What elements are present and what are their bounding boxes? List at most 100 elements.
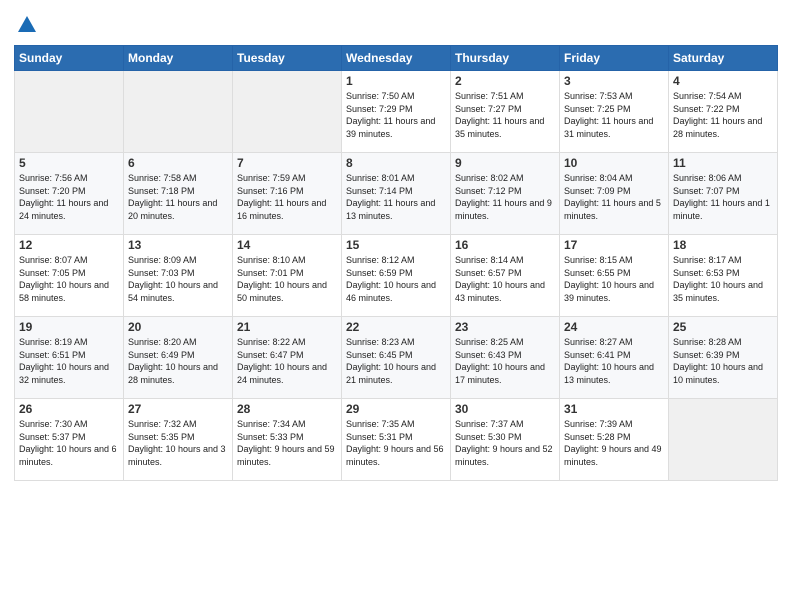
day-info: Sunrise: 8:15 AM Sunset: 6:55 PM Dayligh… — [564, 254, 664, 304]
day-info: Sunrise: 7:56 AM Sunset: 7:20 PM Dayligh… — [19, 172, 119, 222]
day-number: 8 — [346, 156, 446, 170]
day-info: Sunrise: 7:58 AM Sunset: 7:18 PM Dayligh… — [128, 172, 228, 222]
day-number: 30 — [455, 402, 555, 416]
calendar-cell: 12 Sunrise: 8:07 AM Sunset: 7:05 PM Dayli… — [15, 235, 124, 317]
calendar-header-row: SundayMondayTuesdayWednesdayThursdayFrid… — [15, 46, 778, 71]
calendar-cell: 22 Sunrise: 8:23 AM Sunset: 6:45 PM Dayli… — [342, 317, 451, 399]
calendar-cell: 26Sunrise: 7:30 AM Sunset: 5:37 PM Dayli… — [15, 399, 124, 481]
calendar-cell: 2 Sunrise: 7:51 AM Sunset: 7:27 PM Daylig… — [451, 71, 560, 153]
calendar-cell: 13 Sunrise: 8:09 AM Sunset: 7:03 PM Dayli… — [124, 235, 233, 317]
day-info: Sunrise: 8:17 AM Sunset: 6:53 PM Dayligh… — [673, 254, 773, 304]
day-number: 22 — [346, 320, 446, 334]
day-info: Sunrise: 8:20 AM Sunset: 6:49 PM Dayligh… — [128, 336, 228, 386]
day-number: 23 — [455, 320, 555, 334]
day-number: 13 — [128, 238, 228, 252]
day-number: 27 — [128, 402, 228, 416]
day-number: 1 — [346, 74, 446, 88]
calendar-cell: 19 Sunrise: 8:19 AM Sunset: 6:51 PM Dayli… — [15, 317, 124, 399]
calendar-cell: 30 Sunrise: 7:37 AM Sunset: 5:30 PM Dayli… — [451, 399, 560, 481]
calendar-week-row: 1 Sunrise: 7:50 AM Sunset: 7:29 PM Daylig… — [15, 71, 778, 153]
calendar-cell: 1 Sunrise: 7:50 AM Sunset: 7:29 PM Daylig… — [342, 71, 451, 153]
calendar-cell — [15, 71, 124, 153]
logo-text — [14, 14, 38, 41]
calendar-cell: 15 Sunrise: 8:12 AM Sunset: 6:59 PM Dayli… — [342, 235, 451, 317]
day-info: Sunrise: 7:37 AM Sunset: 5:30 PM Dayligh… — [455, 418, 555, 468]
day-info: Sunrise: 8:07 AM Sunset: 7:05 PM Dayligh… — [19, 254, 119, 304]
day-info: Sunrise: 7:34 AM Sunset: 5:33 PM Dayligh… — [237, 418, 337, 468]
day-number: 11 — [673, 156, 773, 170]
calendar-cell — [233, 71, 342, 153]
calendar-cell: 10Sunrise: 8:04 AM Sunset: 7:09 PM Dayli… — [560, 153, 669, 235]
calendar-cell — [669, 399, 778, 481]
calendar-cell: 7 Sunrise: 7:59 AM Sunset: 7:16 PM Daylig… — [233, 153, 342, 235]
logo — [14, 14, 38, 41]
day-number: 19 — [19, 320, 119, 334]
day-number: 25 — [673, 320, 773, 334]
day-info: Sunrise: 7:59 AM Sunset: 7:16 PM Dayligh… — [237, 172, 337, 222]
calendar-cell: 4Sunrise: 7:54 AM Sunset: 7:22 PM Daylig… — [669, 71, 778, 153]
day-number: 6 — [128, 156, 228, 170]
day-info: Sunrise: 7:32 AM Sunset: 5:35 PM Dayligh… — [128, 418, 228, 468]
day-number: 17 — [564, 238, 664, 252]
weekday-header: Saturday — [669, 46, 778, 71]
calendar-cell: 21Sunrise: 8:22 AM Sunset: 6:47 PM Dayli… — [233, 317, 342, 399]
calendar-cell — [124, 71, 233, 153]
calendar-week-row: 19 Sunrise: 8:19 AM Sunset: 6:51 PM Dayli… — [15, 317, 778, 399]
day-number: 14 — [237, 238, 337, 252]
day-number: 24 — [564, 320, 664, 334]
calendar-cell: 3Sunrise: 7:53 AM Sunset: 7:25 PM Daylig… — [560, 71, 669, 153]
day-number: 31 — [564, 402, 664, 416]
day-info: Sunrise: 8:04 AM Sunset: 7:09 PM Dayligh… — [564, 172, 664, 222]
page-container: SundayMondayTuesdayWednesdayThursdayFrid… — [0, 0, 792, 491]
day-number: 2 — [455, 74, 555, 88]
day-info: Sunrise: 8:09 AM Sunset: 7:03 PM Dayligh… — [128, 254, 228, 304]
day-info: Sunrise: 8:12 AM Sunset: 6:59 PM Dayligh… — [346, 254, 446, 304]
day-info: Sunrise: 7:39 AM Sunset: 5:28 PM Dayligh… — [564, 418, 664, 468]
day-info: Sunrise: 8:06 AM Sunset: 7:07 PM Dayligh… — [673, 172, 773, 222]
weekday-header: Monday — [124, 46, 233, 71]
calendar-cell: 23 Sunrise: 8:25 AM Sunset: 6:43 PM Dayli… — [451, 317, 560, 399]
day-info: Sunrise: 8:25 AM Sunset: 6:43 PM Dayligh… — [455, 336, 555, 386]
day-info: Sunrise: 8:10 AM Sunset: 7:01 PM Dayligh… — [237, 254, 337, 304]
day-number: 9 — [455, 156, 555, 170]
calendar-cell: 28 Sunrise: 7:34 AM Sunset: 5:33 PM Dayli… — [233, 399, 342, 481]
day-info: Sunrise: 7:51 AM Sunset: 7:27 PM Dayligh… — [455, 90, 555, 140]
calendar-cell: 17 Sunrise: 8:15 AM Sunset: 6:55 PM Dayli… — [560, 235, 669, 317]
weekday-header: Thursday — [451, 46, 560, 71]
header — [14, 10, 778, 41]
day-info: Sunrise: 8:02 AM Sunset: 7:12 PM Dayligh… — [455, 172, 555, 222]
day-info: Sunrise: 8:28 AM Sunset: 6:39 PM Dayligh… — [673, 336, 773, 386]
day-info: Sunrise: 8:14 AM Sunset: 6:57 PM Dayligh… — [455, 254, 555, 304]
calendar-cell: 6 Sunrise: 7:58 AM Sunset: 7:18 PM Daylig… — [124, 153, 233, 235]
calendar-cell: 5 Sunrise: 7:56 AM Sunset: 7:20 PM Daylig… — [15, 153, 124, 235]
day-number: 15 — [346, 238, 446, 252]
day-info: Sunrise: 7:50 AM Sunset: 7:29 PM Dayligh… — [346, 90, 446, 140]
day-number: 20 — [128, 320, 228, 334]
day-number: 12 — [19, 238, 119, 252]
weekday-header: Friday — [560, 46, 669, 71]
day-info: Sunrise: 8:27 AM Sunset: 6:41 PM Dayligh… — [564, 336, 664, 386]
calendar-cell: 20 Sunrise: 8:20 AM Sunset: 6:49 PM Dayli… — [124, 317, 233, 399]
day-number: 29 — [346, 402, 446, 416]
weekday-header: Sunday — [15, 46, 124, 71]
day-number: 7 — [237, 156, 337, 170]
day-info: Sunrise: 8:19 AM Sunset: 6:51 PM Dayligh… — [19, 336, 119, 386]
calendar-week-row: 26Sunrise: 7:30 AM Sunset: 5:37 PM Dayli… — [15, 399, 778, 481]
day-number: 26 — [19, 402, 119, 416]
day-number: 28 — [237, 402, 337, 416]
calendar-table: SundayMondayTuesdayWednesdayThursdayFrid… — [14, 45, 778, 481]
calendar-week-row: 5 Sunrise: 7:56 AM Sunset: 7:20 PM Daylig… — [15, 153, 778, 235]
day-info: Sunrise: 8:23 AM Sunset: 6:45 PM Dayligh… — [346, 336, 446, 386]
weekday-header: Wednesday — [342, 46, 451, 71]
calendar-week-row: 12 Sunrise: 8:07 AM Sunset: 7:05 PM Dayli… — [15, 235, 778, 317]
day-info: Sunrise: 7:54 AM Sunset: 7:22 PM Dayligh… — [673, 90, 773, 140]
calendar-cell: 27 Sunrise: 7:32 AM Sunset: 5:35 PM Dayli… — [124, 399, 233, 481]
day-info: Sunrise: 8:01 AM Sunset: 7:14 PM Dayligh… — [346, 172, 446, 222]
calendar-cell: 29Sunrise: 7:35 AM Sunset: 5:31 PM Dayli… — [342, 399, 451, 481]
calendar-cell: 31 Sunrise: 7:39 AM Sunset: 5:28 PM Dayli… — [560, 399, 669, 481]
calendar-cell: 24 Sunrise: 8:27 AM Sunset: 6:41 PM Dayli… — [560, 317, 669, 399]
calendar-cell: 8 Sunrise: 8:01 AM Sunset: 7:14 PM Daylig… — [342, 153, 451, 235]
calendar-cell: 11 Sunrise: 8:06 AM Sunset: 7:07 PM Dayli… — [669, 153, 778, 235]
day-number: 5 — [19, 156, 119, 170]
calendar-cell: 16Sunrise: 8:14 AM Sunset: 6:57 PM Dayli… — [451, 235, 560, 317]
